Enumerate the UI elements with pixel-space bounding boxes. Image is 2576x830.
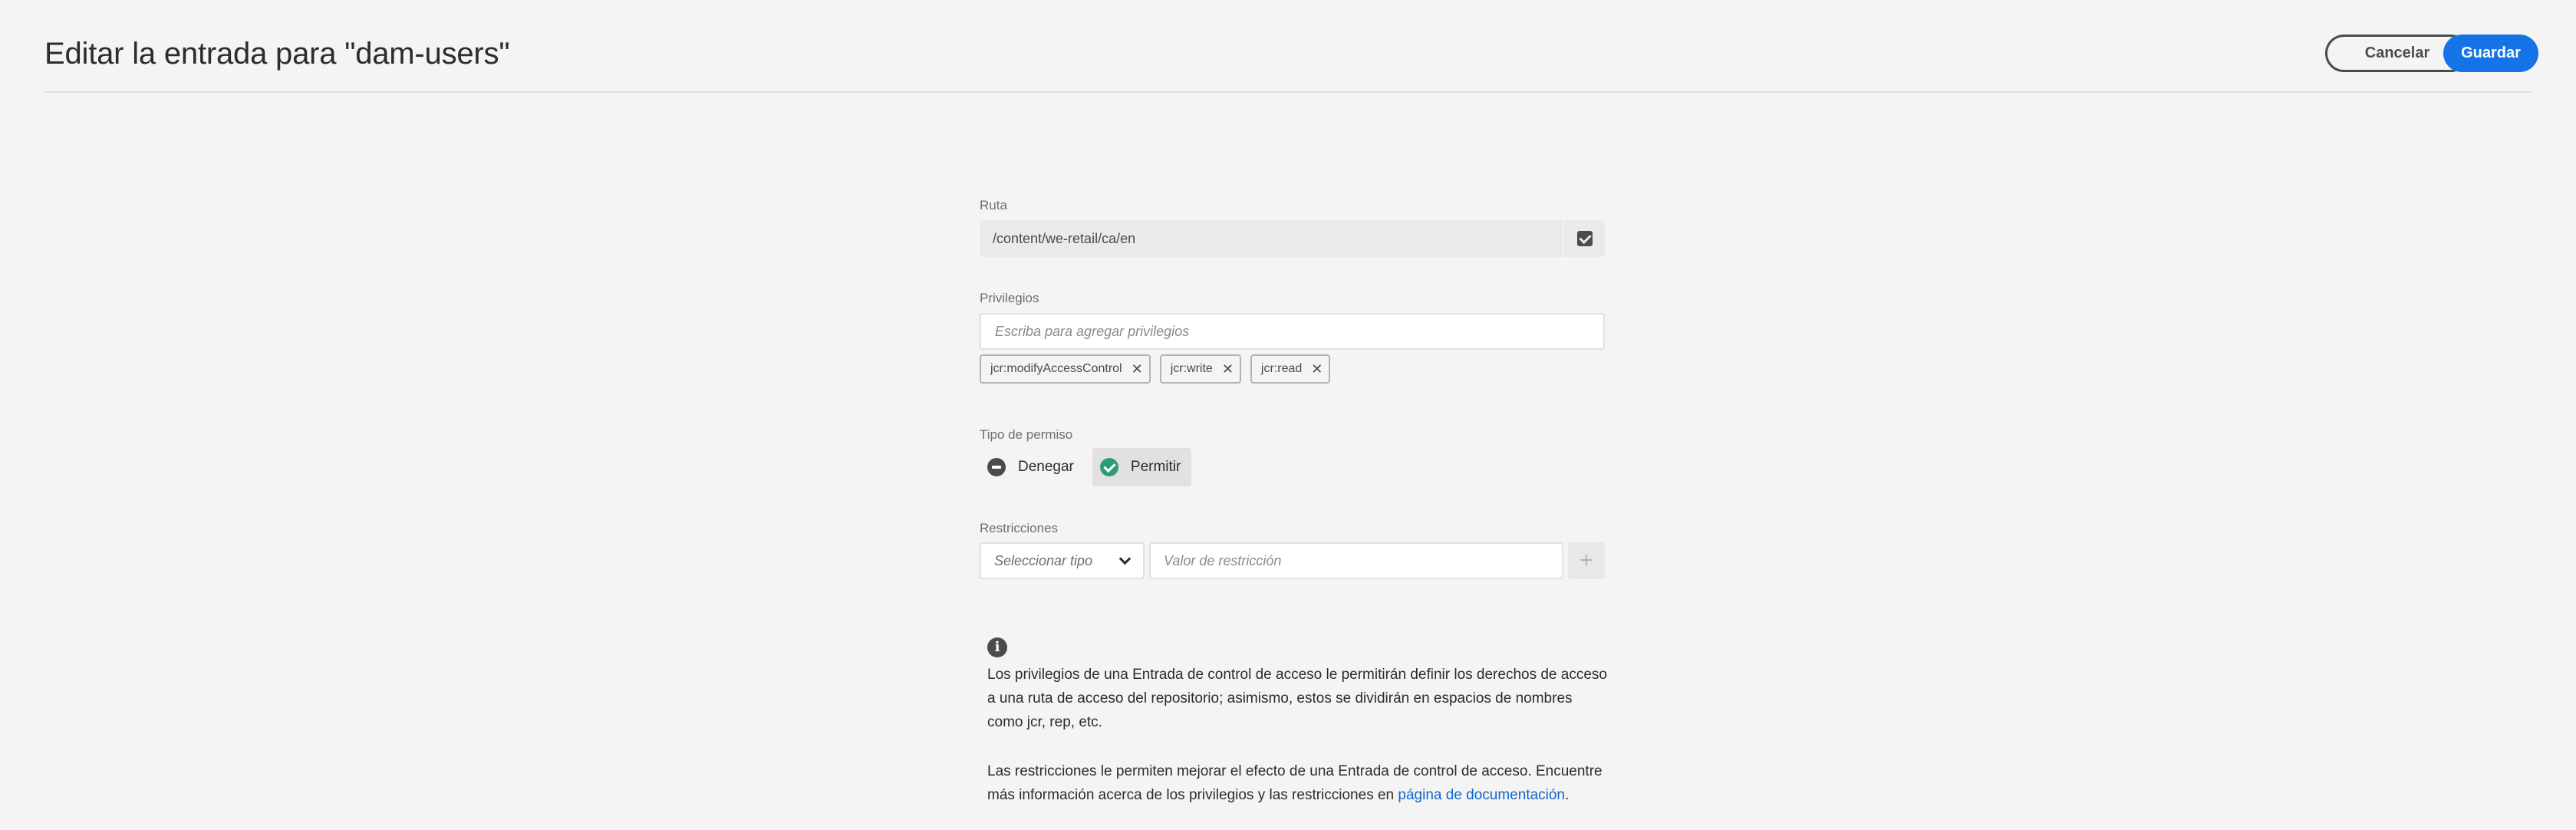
deny-option[interactable]: Denegar — [980, 448, 1085, 486]
checkbox-icon — [1576, 231, 1593, 246]
page-header: Editar la entrada para "dam-users" — [44, 0, 2532, 93]
chevron-down-icon — [1118, 552, 1132, 565]
help-paragraph-privileges: Los privilegios de una Entrada de contro… — [987, 667, 1607, 730]
privilege-tags: jcr:modifyAccessControl ✕ jcr:write ✕ jc… — [980, 354, 1331, 384]
save-button[interactable]: Guardar — [2443, 35, 2538, 72]
close-icon[interactable]: ✕ — [1132, 362, 1143, 376]
close-icon[interactable]: ✕ — [1222, 362, 1234, 376]
tag-label: jcr:read — [1260, 362, 1303, 375]
privileges-input[interactable]: Escriba para agregar privilegios — [980, 313, 1605, 350]
deny-label: Denegar — [1018, 459, 1074, 475]
restriction-value-input[interactable]: Valor de restricción — [1149, 542, 1563, 579]
allow-option[interactable]: Permitir — [1092, 448, 1192, 486]
tag-label: jcr:write — [1170, 362, 1213, 375]
allow-label: Permitir — [1130, 459, 1181, 475]
checkmark-circle-icon — [1099, 458, 1118, 476]
close-icon[interactable]: ✕ — [1311, 362, 1323, 376]
info-icon: i — [987, 637, 1007, 657]
restriction-type-placeholder: Seleccionar tipo — [994, 553, 1093, 568]
help-text-end: . — [1565, 787, 1570, 803]
path-label: Ruta — [980, 198, 1007, 212]
privileges-label: Privilegios — [980, 291, 1039, 305]
tag-label: jcr:modifyAccessControl — [990, 362, 1122, 375]
plus-icon: + — [1580, 548, 1593, 573]
path-field[interactable]: /content/we-retail/ca/en — [980, 220, 1563, 257]
path-browse-button[interactable] — [1564, 220, 1605, 257]
page-title: Editar la entrada para "dam-users" — [44, 37, 510, 71]
privilege-tag: jcr:write ✕ — [1159, 354, 1241, 384]
documentation-link[interactable]: página de documentación — [1398, 787, 1565, 803]
restrictions-label: Restricciones — [980, 521, 1059, 535]
add-restriction-button[interactable]: + — [1568, 542, 1605, 579]
remove-circle-icon — [987, 458, 1006, 476]
permission-type-label: Tipo de permiso — [980, 427, 1073, 442]
privilege-tag: jcr:read ✕ — [1250, 354, 1331, 384]
help-paragraph-restrictions: Las restricciones le permiten mejorar el… — [987, 759, 1609, 807]
privilege-tag: jcr:modifyAccessControl ✕ — [980, 354, 1151, 384]
restriction-type-select[interactable]: Seleccionar tipo — [980, 542, 1145, 579]
permission-type-group: Denegar Permitir — [980, 448, 1192, 486]
